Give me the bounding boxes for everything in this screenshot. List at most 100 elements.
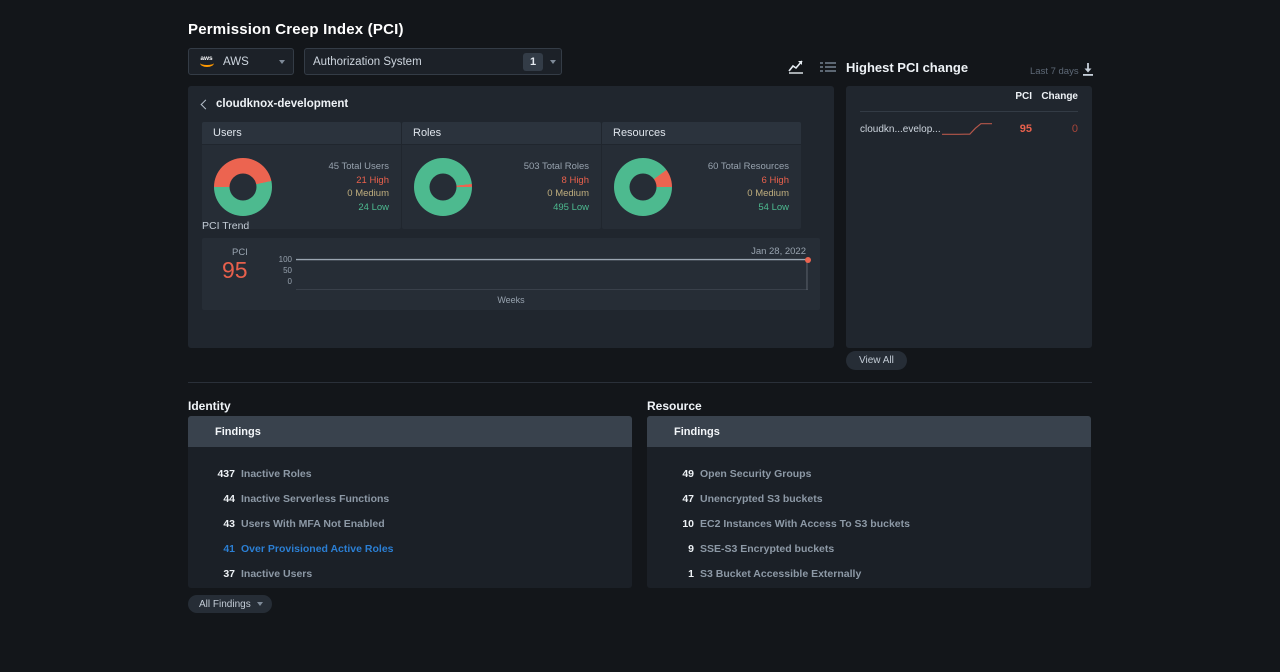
finding-row[interactable]: 47 Unencrypted S3 buckets	[647, 486, 1091, 511]
filter-bar: aws AWS Authorization System 1	[188, 48, 562, 75]
users-stats: 45 Total Users 21 High 0 Medium 24 Low	[272, 160, 395, 214]
breadcrumb-label: cloudknox-development	[216, 98, 349, 110]
pci-trend-x-label: Weeks	[497, 295, 525, 305]
hpc-row-pci: 95	[1019, 123, 1032, 135]
pci-overview-panel: cloudknox-development Users 45 Total Use…	[188, 86, 834, 348]
finding-row[interactable]: 44 Inactive Serverless Functions	[188, 486, 632, 511]
total-roles-label: 503 Total Roles	[523, 161, 589, 172]
finding-label: Over Provisioned Active Roles	[241, 542, 394, 555]
breadcrumb[interactable]: cloudknox-development	[200, 98, 349, 110]
identity-findings-header: Findings	[188, 416, 632, 447]
pci-trend-chart: PCI 95 Jan 28, 2022 100 50 0 Weeks	[202, 238, 820, 310]
highest-pci-change-title: Highest PCI change	[846, 60, 969, 75]
y-tick: 50	[283, 266, 292, 275]
view-all-button[interactable]: View All	[846, 351, 907, 370]
card-title: Users	[202, 122, 401, 145]
finding-label: Open Security Groups	[700, 467, 812, 480]
chevron-down-icon	[256, 602, 263, 606]
identity-findings-panel: Findings 437 Inactive Roles 44 Inactive Ser…	[188, 416, 632, 588]
divider	[860, 111, 1078, 112]
card-title: Roles	[402, 122, 601, 145]
authorization-system-select[interactable]: Authorization System 1	[304, 48, 562, 75]
pci-trend-date: Jan 28, 2022	[751, 246, 806, 257]
high-resources-label: 6 High	[761, 174, 789, 186]
authorization-system-label: Authorization System	[313, 55, 422, 68]
finding-label: SSE-S3 Encrypted buckets	[700, 542, 835, 555]
finding-label: Inactive Roles	[241, 467, 312, 480]
view-toggle-group	[788, 59, 836, 75]
summary-card-users[interactable]: Users 45 Total Users 21 High 0 Medium 24…	[202, 122, 401, 229]
pci-trend-section: PCI Trend PCI 95 Jan 28, 2022 100 50 0 W…	[202, 220, 820, 310]
finding-row[interactable]: 37 Inactive Users	[188, 561, 632, 586]
download-icon[interactable]	[1082, 63, 1094, 76]
column-header-pci: PCI	[1015, 91, 1032, 102]
finding-count: 9	[688, 542, 694, 555]
y-tick: 0	[287, 277, 292, 286]
resource-findings-header: Findings	[647, 416, 1091, 447]
resource-section-title: Resource	[647, 399, 702, 413]
finding-label: S3 Bucket Accessible Externally	[700, 567, 862, 580]
chevron-down-icon	[279, 59, 285, 64]
finding-count: 44	[223, 492, 235, 505]
summary-card-group: Users 45 Total Users 21 High 0 Medium 24…	[202, 122, 801, 229]
finding-label: Inactive Users	[241, 567, 313, 580]
resource-findings-panel: Findings 49 Open Security Groups 47 Unencry…	[647, 416, 1091, 588]
finding-row[interactable]: 49 Open Security Groups	[647, 461, 1091, 486]
finding-count: 10	[682, 517, 694, 530]
hpc-row-name: cloudkn...evelop...	[860, 123, 941, 135]
all-findings-button[interactable]: All Findings	[188, 595, 272, 613]
card-title: Resources	[602, 122, 801, 145]
identity-findings-list: 437 Inactive Roles 44 Inactive Serverless F…	[188, 447, 632, 586]
finding-row[interactable]: 43 Users With MFA Not Enabled	[188, 511, 632, 536]
pci-trend-y-axis: 100 50 0	[268, 254, 292, 287]
identity-section-title: Identity	[188, 399, 231, 413]
page-title: Permission Creep Index (PCI)	[188, 21, 404, 38]
finding-row[interactable]: 437 Inactive Roles	[188, 461, 632, 486]
authorization-system-count-badge: 1	[523, 52, 543, 71]
hpc-sparkline	[942, 119, 992, 139]
pci-value: 95	[222, 257, 248, 283]
medium-roles-label: 0 Medium	[547, 188, 589, 199]
low-roles-label: 495 Low	[553, 201, 589, 213]
finding-count: 49	[682, 467, 694, 480]
finding-row[interactable]: 9 SSE-S3 Encrypted buckets	[647, 536, 1091, 561]
chevron-left-icon	[200, 99, 211, 109]
medium-users-label: 0 Medium	[347, 188, 389, 199]
list-view-toggle[interactable]	[820, 59, 836, 75]
finding-count: 43	[223, 517, 235, 530]
pci-trend-plot	[296, 256, 811, 291]
resources-stats: 60 Total Resources 6 High 0 Medium 54 Lo…	[672, 160, 795, 214]
finding-count: 437	[217, 467, 235, 480]
low-resources-label: 54 Low	[758, 201, 789, 213]
roles-donut-chart	[414, 158, 472, 216]
finding-count: 47	[682, 492, 694, 505]
summary-card-roles[interactable]: Roles 503 Total Roles 8 High 0 Medium 49…	[402, 122, 601, 229]
finding-row[interactable]: 41 Over Provisioned Active Roles	[188, 536, 632, 561]
resource-findings-list: 49 Open Security Groups 47 Unencrypted S3 b…	[647, 447, 1091, 586]
finding-label: Unencrypted S3 buckets	[700, 492, 823, 505]
high-users-label: 21 High	[356, 174, 389, 186]
chevron-down-icon	[550, 59, 556, 64]
medium-resources-label: 0 Medium	[747, 188, 789, 199]
table-row[interactable]: cloudkn...evelop... 95 0	[860, 118, 1078, 140]
resources-donut-chart	[614, 158, 672, 216]
total-resources-label: 60 Total Resources	[707, 161, 789, 172]
finding-label: Inactive Serverless Functions	[241, 492, 390, 505]
total-users-label: 45 Total Users	[328, 161, 389, 172]
chart-view-toggle[interactable]	[788, 59, 804, 75]
section-divider	[188, 382, 1092, 383]
finding-row[interactable]: 10 EC2 Instances With Access To S3 bucket…	[647, 511, 1091, 536]
hpc-row-change: 0	[1071, 123, 1078, 135]
highest-pci-change-panel: PCI Change cloudkn...evelop... 95 0	[846, 86, 1092, 348]
finding-label: Users With MFA Not Enabled	[241, 517, 385, 530]
finding-count: 41	[223, 542, 235, 555]
date-range-label: Last 7 days	[1030, 66, 1079, 77]
finding-count: 1	[688, 567, 694, 580]
all-findings-label: All Findings	[199, 598, 251, 610]
finding-count: 37	[223, 567, 235, 580]
finding-row[interactable]: 1 S3 Bucket Accessible Externally	[647, 561, 1091, 586]
summary-card-resources[interactable]: Resources 60 Total Resources 6 High 0 Me…	[602, 122, 801, 229]
aws-logo-icon: aws	[197, 55, 216, 68]
roles-stats: 503 Total Roles 8 High 0 Medium 495 Low	[472, 160, 595, 214]
cloud-provider-select[interactable]: aws AWS	[188, 48, 294, 75]
